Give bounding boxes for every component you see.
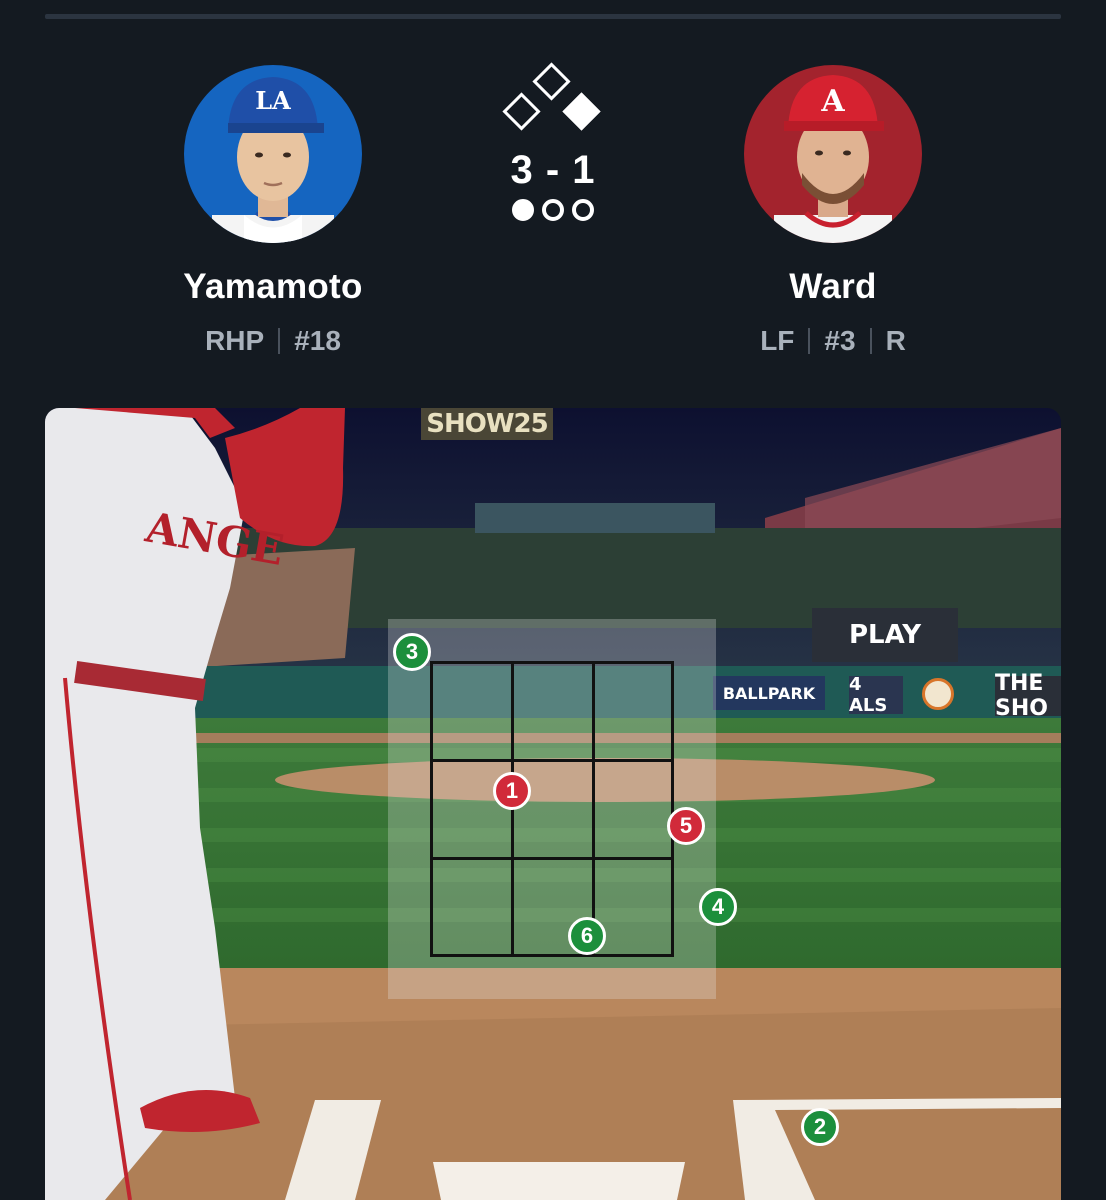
ball-strike-count: 3 - 1 — [510, 148, 596, 192]
second-base-icon — [532, 62, 571, 101]
batter-bats: R — [885, 325, 906, 356]
pitch-marker-3[interactable]: 3 — [393, 633, 431, 671]
pitcher-meta: RHP #18 — [123, 325, 423, 357]
ballpark-sign: BALLPARK — [713, 676, 825, 710]
game-state: 3 - 1 — [476, 62, 630, 221]
third-base-icon — [502, 92, 541, 131]
pitch-marker-2[interactable]: 2 — [801, 1108, 839, 1146]
pitch-marker-5[interactable]: 5 — [667, 807, 705, 845]
pitcher-number: #18 — [294, 325, 341, 356]
base-diamond — [498, 62, 608, 144]
pitcher-position: RHP — [205, 325, 265, 356]
pitch-marker-4[interactable]: 4 — [699, 888, 737, 926]
pitcher-name: Yamamoto — [183, 267, 363, 306]
als-sign: 4 ALS — [849, 674, 903, 716]
batter-avatar: A — [744, 65, 922, 243]
pitcher-cap-logo: LA — [255, 86, 291, 115]
pitch-marker-1[interactable]: 1 — [493, 772, 531, 810]
batter-cap-logo: A — [820, 84, 845, 119]
meta-separator — [278, 328, 281, 354]
batter-card[interactable]: A Ward LF #3 R — [683, 65, 983, 357]
strike-zone-grid — [430, 661, 674, 957]
batter-name: Ward — [789, 267, 877, 306]
batter-position: LF — [760, 325, 795, 356]
show-sign: SHOW25 — [421, 408, 553, 440]
out-dot-icon — [542, 199, 564, 221]
pitch-marker-6[interactable]: 6 — [568, 917, 606, 955]
batter-meta: LF #3 R — [683, 325, 983, 357]
zone-divider — [433, 857, 671, 860]
sponsor-logo-icon — [922, 678, 954, 710]
out-dot-icon — [572, 199, 594, 221]
zone-divider — [433, 759, 671, 762]
out-dot-icon — [512, 199, 534, 221]
pitcher-card[interactable]: LA Yamamoto RHP #18 — [123, 65, 423, 357]
pitch-location-view: ANGE SHOW25 PLAY BALLPARK 4 ALS THE SHO … — [45, 408, 1061, 1200]
batter-number: #3 — [824, 325, 856, 356]
the-show-sign: THE SHO — [995, 671, 1061, 721]
meta-separator — [869, 328, 872, 354]
first-base-icon — [562, 92, 601, 131]
pitcher-avatar: LA — [184, 65, 362, 243]
top-divider — [45, 14, 1061, 19]
zone-divider — [592, 664, 595, 954]
outs-indicator — [476, 199, 630, 221]
meta-separator — [808, 328, 811, 354]
mlb-play-sign: PLAY — [812, 608, 958, 662]
